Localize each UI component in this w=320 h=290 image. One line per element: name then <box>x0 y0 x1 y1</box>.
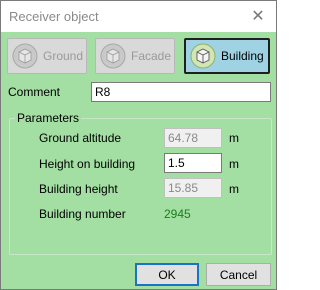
title-bar[interactable]: Receiver object ✕ <box>1 1 276 32</box>
height-on-building-label: Height on building <box>39 157 136 171</box>
building-height-unit: m <box>229 182 239 196</box>
building-height-field <box>164 178 222 198</box>
ground-altitude-label: Ground altitude <box>39 131 122 145</box>
ground-altitude-field <box>164 128 222 148</box>
cube-icon <box>190 43 216 69</box>
ground-button[interactable]: Ground <box>7 38 87 74</box>
cube-icon <box>100 43 126 69</box>
ground-altitude-unit: m <box>229 131 239 145</box>
facade-button-label: Facade <box>131 49 172 63</box>
ok-button[interactable]: OK <box>135 263 199 286</box>
close-button[interactable]: ✕ <box>244 5 272 27</box>
height-on-building-unit: m <box>229 157 239 171</box>
building-button[interactable]: Building <box>184 38 270 74</box>
window-title: Receiver object <box>9 9 99 24</box>
building-number-value: 2945 <box>164 207 191 221</box>
cube-icon <box>12 43 38 69</box>
building-number-label: Building number <box>39 207 126 221</box>
dialog-window: Receiver object ✕ Ground Facade Building… <box>0 0 277 290</box>
parameters-group-title: Parameters <box>15 111 82 125</box>
cancel-button[interactable]: Cancel <box>206 263 271 286</box>
close-icon: ✕ <box>251 8 265 25</box>
comment-field[interactable] <box>91 82 271 102</box>
height-on-building-field[interactable] <box>164 153 222 173</box>
ground-button-label: Ground <box>43 49 84 63</box>
comment-label: Comment <box>8 85 61 99</box>
facade-button[interactable]: Facade <box>95 38 175 74</box>
building-height-label: Building height <box>39 182 118 196</box>
building-button-label: Building <box>221 49 264 63</box>
